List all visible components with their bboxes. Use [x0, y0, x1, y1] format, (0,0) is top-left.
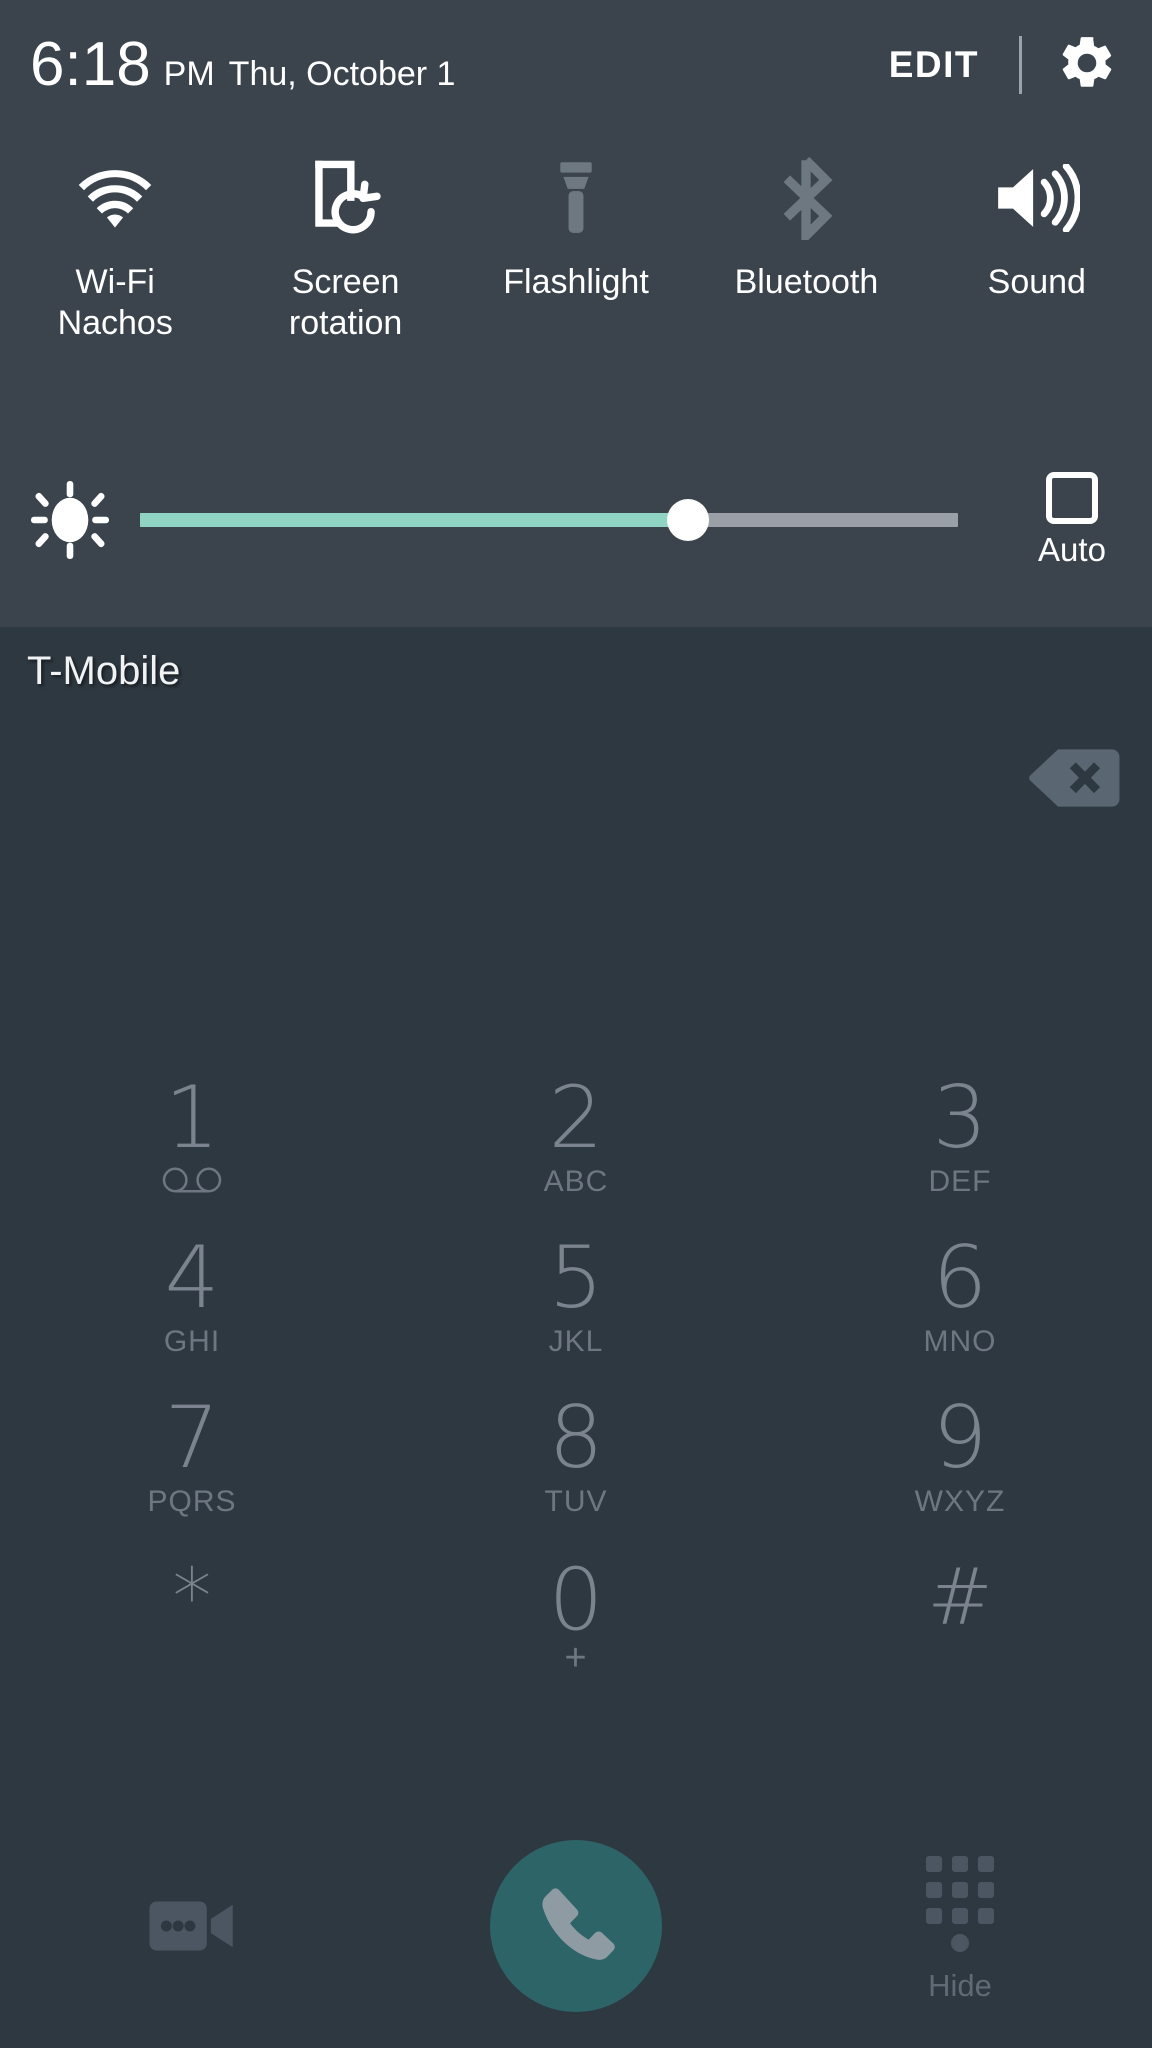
dialpad-grid-dot	[952, 1908, 968, 1924]
dialer-action-bar: Hide	[0, 1808, 1152, 2048]
dialpad-grid-dot	[952, 1882, 968, 1898]
status-clock: 6:18 PM Thu, October 1	[30, 34, 455, 96]
dialpad-key-4-digit: 4	[164, 1228, 220, 1328]
dialpad: 1 2 ABC 3 DEF 4 GHI 5 JKL 6 MNO 7 PQRS 8…	[0, 1057, 1152, 1697]
dialpad-grid-dot	[978, 1856, 994, 1872]
dialpad-key-2-letters: ABC	[543, 1165, 609, 1198]
dialpad-key-3[interactable]: 3 DEF	[768, 1057, 1152, 1217]
dialpad-grid-dot	[926, 1856, 942, 1872]
quick-settings-panel: 6:18 PM Thu, October 1 EDIT Wi-Fi Nachos…	[0, 0, 1152, 627]
gear-icon[interactable]	[1050, 26, 1124, 105]
dialpad-key-5-digit: 5	[548, 1228, 604, 1328]
qs-tile-sound[interactable]: Sound	[922, 130, 1152, 370]
qs-tile-label-wifi-line2: Nachos	[57, 304, 173, 342]
auto-brightness-checkbox[interactable]	[1046, 471, 1098, 524]
voicemail-icon	[161, 1162, 223, 1198]
header-divider	[1019, 36, 1022, 94]
brightness-slider[interactable]	[140, 490, 958, 550]
screen-rotation-icon	[309, 152, 383, 244]
qs-tile-label-flashlight: Flashlight	[503, 262, 649, 303]
dialpad-key-7[interactable]: 7 PQRS	[0, 1377, 384, 1537]
carrier-label: T-Mobile	[27, 649, 181, 693]
dialer-screen: T-Mobile 1 2 ABC 3 DEF 4 GHI 5 JKL 6 MNO…	[0, 627, 1152, 2048]
flashlight-icon	[556, 152, 596, 244]
phone-screen: 6:18 PM Thu, October 1 EDIT Wi-Fi Nachos…	[0, 0, 1152, 2048]
dialpad-key-1[interactable]: 1	[0, 1057, 384, 1217]
call-button[interactable]	[490, 1840, 662, 2012]
dialpad-key-2-digit: 2	[548, 1068, 604, 1168]
hide-dialpad-button[interactable]: Hide	[768, 1808, 1152, 2048]
video-call-button[interactable]	[0, 1808, 384, 2048]
qs-tile-wifi[interactable]: Wi-Fi Nachos	[0, 130, 230, 370]
dialpad-key-hash[interactable]: #	[768, 1537, 1152, 1697]
dialpad-key-9-digit: 9	[932, 1388, 988, 1488]
dialpad-grid-dot	[952, 1856, 968, 1872]
dialpad-key-6-letters: MNO	[923, 1325, 997, 1358]
bluetooth-icon	[779, 152, 833, 244]
qs-tile-label-rotation-line1: Screen	[291, 263, 400, 301]
brightness-icon	[0, 481, 140, 559]
dialpad-grid-circle	[951, 1934, 969, 1952]
qs-tile-bluetooth[interactable]: Bluetooth	[691, 130, 921, 370]
dialpad-key-9[interactable]: 9 WXYZ	[768, 1377, 1152, 1537]
dialpad-key-5[interactable]: 5 JKL	[384, 1217, 768, 1377]
qs-tile-label-wifi-line1: Wi-Fi	[75, 263, 155, 301]
qs-tile-label-flashlight-line1: Flashlight	[503, 263, 649, 301]
brightness-slider-thumb[interactable]	[667, 499, 710, 541]
dialpad-key-0-plus: +	[564, 1637, 588, 1679]
qs-tile-label-sound-line1: Sound	[987, 263, 1086, 301]
dialpad-grid-icon	[926, 1856, 994, 1952]
dialpad-key-hash-digit: #	[927, 1553, 993, 1643]
edit-button[interactable]: EDIT	[877, 34, 991, 96]
qs-tile-label-rotation-line2: rotation	[288, 304, 403, 342]
dialpad-key-8[interactable]: 8 TUV	[384, 1377, 768, 1537]
dialpad-grid-dot	[978, 1908, 994, 1924]
dialpad-key-6-digit: 6	[932, 1228, 988, 1328]
auto-brightness-label: Auto	[1038, 530, 1106, 568]
clock-date: Thu, October 1	[228, 55, 456, 93]
video-call-icon	[147, 1895, 237, 1962]
dialpad-key-5-letters: JKL	[548, 1325, 604, 1358]
phone-handset-icon	[534, 1882, 618, 1971]
qs-tile-label-screen-rotation: Screen rotation	[289, 262, 402, 344]
dialpad-key-star[interactable]: *	[0, 1537, 384, 1697]
dialpad-key-3-digit: 3	[932, 1068, 988, 1168]
dialpad-key-4[interactable]: 4 GHI	[0, 1217, 384, 1377]
qs-tile-screen-rotation[interactable]: Screen rotation	[230, 130, 460, 370]
dialpad-grid-dot	[926, 1908, 942, 1924]
call-button-container	[384, 1808, 768, 2048]
dialpad-key-1-digit: 1	[164, 1068, 220, 1168]
wifi-icon	[76, 152, 154, 244]
qs-tile-flashlight[interactable]: Flashlight	[461, 130, 691, 370]
dialpad-key-2[interactable]: 2 ABC	[384, 1057, 768, 1217]
dialpad-grid-dot	[926, 1882, 942, 1898]
dialpad-key-4-letters: GHI	[163, 1325, 221, 1358]
qs-tile-label-sound: Sound	[988, 262, 1086, 303]
dialpad-key-6[interactable]: 6 MNO	[768, 1217, 1152, 1377]
dialpad-key-0[interactable]: 0 +	[384, 1537, 768, 1697]
brightness-slider-fill	[140, 513, 689, 527]
dialpad-key-star-digit: *	[172, 1553, 212, 1643]
clock-time: 6:18	[30, 30, 151, 99]
qs-tile-label-bluetooth: Bluetooth	[735, 262, 879, 303]
qs-tile-label-wifi: Wi-Fi Nachos	[58, 262, 173, 344]
dialpad-key-8-letters: TUV	[544, 1485, 608, 1518]
hide-dialpad-label: Hide	[928, 1968, 992, 2003]
qs-tile-label-bluetooth-line1: Bluetooth	[734, 263, 879, 301]
clock-ampm: PM	[163, 55, 215, 93]
volume-up-icon	[994, 152, 1080, 244]
dialpad-key-0-digit: 0	[548, 1550, 604, 1650]
brightness-row: Auto	[0, 455, 1152, 585]
backspace-icon[interactable]	[1026, 747, 1122, 809]
auto-brightness-toggle[interactable]: Auto	[1002, 471, 1152, 569]
dialpad-grid-dot	[978, 1882, 994, 1898]
quick-settings-header: 6:18 PM Thu, October 1 EDIT	[0, 0, 1152, 130]
dialpad-key-9-letters: WXYZ	[914, 1485, 1006, 1518]
dialpad-key-3-letters: DEF	[928, 1165, 992, 1198]
dialpad-key-8-digit: 8	[548, 1388, 604, 1488]
dialpad-key-7-digit: 7	[164, 1388, 220, 1488]
dialpad-key-7-letters: PQRS	[147, 1485, 237, 1518]
quick-settings-tiles: Wi-Fi Nachos Screen rotation Flashlight …	[0, 130, 1152, 370]
header-actions: EDIT	[877, 0, 1124, 130]
